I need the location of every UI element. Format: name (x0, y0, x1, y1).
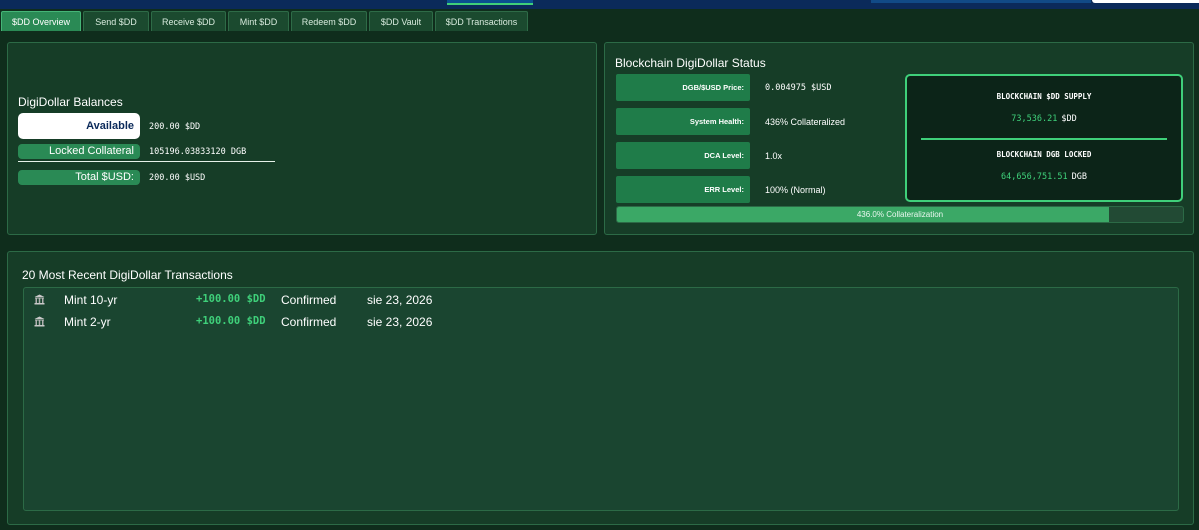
balances-title: DigiDollar Balances (18, 95, 123, 109)
system-health-value: 436% Collateralized (765, 117, 846, 127)
tab-receive-dd[interactable]: Receive $DD (151, 11, 226, 31)
transaction-label: Mint 10-yr (64, 293, 118, 307)
supply-box: BLOCKCHAIN $DD SUPPLY 73,536.21 $DD BLOCK… (905, 74, 1183, 202)
err-level-label: ERR Level: (616, 176, 750, 203)
tab-redeem-dd[interactable]: Redeem $DD (291, 11, 367, 31)
balances-divider (18, 161, 275, 162)
bank-icon (34, 316, 45, 327)
total-usd-label: Total $USD: (18, 170, 140, 185)
supply-title: BLOCKCHAIN $DD SUPPLY (996, 92, 1092, 101)
transactions-title: 20 Most Recent DigiDollar Transactions (22, 268, 233, 282)
bank-icon (34, 294, 45, 305)
price-label: DGB/$USD Price: (616, 74, 750, 101)
transactions-list[interactable]: Mint 10-yr +100.00 $DD Confirmed sie 23,… (23, 287, 1179, 511)
tab-send-dd[interactable]: Send $DD (83, 11, 149, 31)
tab-dd-overview[interactable]: $DD Overview (1, 11, 81, 31)
dca-level-label: DCA Level: (616, 142, 750, 169)
transaction-date: sie 23, 2026 (367, 293, 433, 307)
active-tab-underline (447, 3, 533, 5)
err-level-value: 100% (Normal) (765, 185, 826, 195)
collateralization-progress-bar: 436.0% Collateralization (616, 206, 1184, 223)
supply-value: 73,536.21 $DD (907, 114, 1181, 124)
tab-bar: $DD Overview Send $DD Receive $DD Mint $… (1, 11, 530, 31)
supply-divider (921, 138, 1167, 140)
dgb-locked-title: BLOCKCHAIN DGB LOCKED (996, 150, 1092, 159)
transaction-row[interactable]: Mint 2-yr +100.00 $DD Confirmed sie 23, … (24, 313, 1178, 333)
collateralization-progress-text: 436.0% Collateralization (856, 210, 944, 219)
transaction-label: Mint 2-yr (64, 315, 111, 329)
transaction-status: Confirmed (281, 293, 337, 307)
system-health-label: System Health: (616, 108, 750, 135)
transaction-amount: +100.00 $DD (196, 293, 266, 305)
dgb-locked-amount: 64,656,751.51 (1001, 172, 1068, 182)
transaction-amount: +100.00 $DD (196, 315, 266, 327)
top-strip (0, 0, 1199, 9)
supply-amount: 73,536.21 (1011, 114, 1058, 124)
supply-unit: $DD (1061, 114, 1077, 124)
available-badge: Available (18, 113, 140, 139)
available-value: 200.00 $DD (149, 122, 201, 132)
balances-panel: DigiDollar Balances Available 200.00 $DD… (7, 42, 597, 235)
tab-mint-dd[interactable]: Mint $DD (228, 11, 289, 31)
status-panel: Blockchain DigiDollar Status DGB/$USD Pr… (604, 42, 1194, 235)
transaction-date: sie 23, 2026 (367, 315, 433, 329)
transactions-panel: 20 Most Recent DigiDollar Transactions M… (7, 251, 1194, 525)
tab-dd-transactions[interactable]: $DD Transactions (435, 11, 528, 31)
tab-dd-vault[interactable]: $DD Vault (369, 11, 433, 31)
locked-collateral-label: Locked Collateral (18, 144, 140, 159)
status-title: Blockchain DigiDollar Status (615, 56, 766, 70)
dgb-locked-unit: DGB (1071, 172, 1087, 182)
dca-level-value: 1.0x (765, 151, 783, 161)
top-bar-segment (871, 0, 1091, 3)
locked-collateral-value: 105196.03833120 DGB (149, 147, 247, 157)
transaction-status: Confirmed (281, 315, 337, 329)
top-bar-edge (1092, 0, 1199, 3)
dgb-locked-value: 64,656,751.51 DGB (907, 172, 1181, 182)
total-usd-value: 200.00 $USD (149, 173, 206, 183)
transaction-row[interactable]: Mint 10-yr +100.00 $DD Confirmed sie 23,… (24, 291, 1178, 311)
price-value: 0.004975 $USD (765, 83, 832, 93)
